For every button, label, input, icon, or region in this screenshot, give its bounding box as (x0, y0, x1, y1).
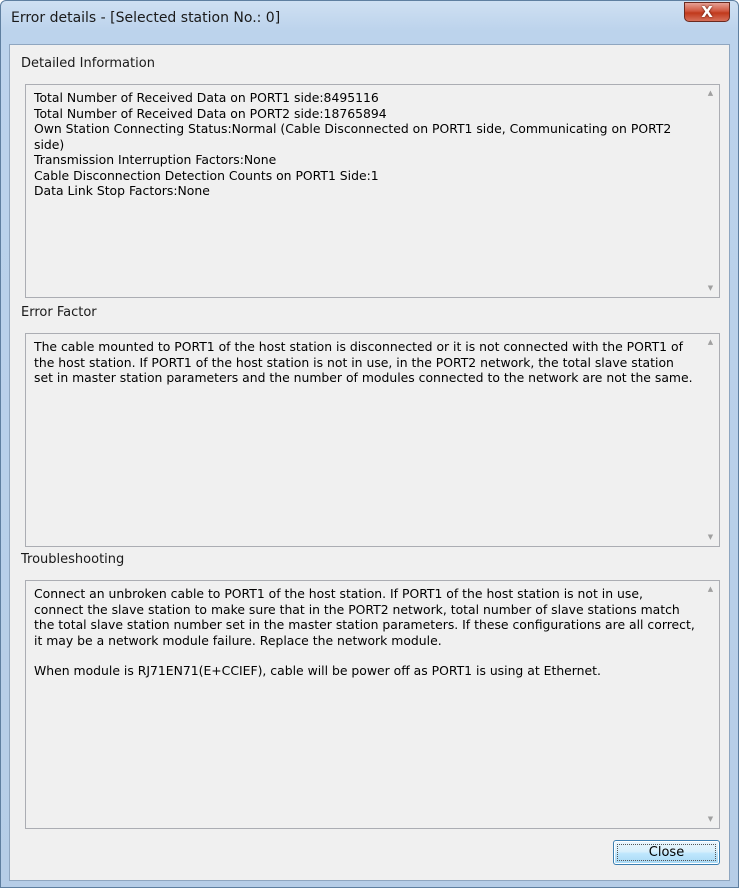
troubleshooting-content: Connect an unbroken cable to PORT1 of th… (26, 581, 702, 828)
troubleshooting-paragraph: When module is RJ71EN71(E+CCIEF), cable … (34, 663, 601, 678)
scroll-down-arrow-icon[interactable]: ▼ (702, 529, 719, 546)
scroll-up-arrow-icon[interactable]: ▲ (702, 85, 719, 102)
detail-line: Data Link Stop Factors:None (34, 183, 210, 198)
window-title: Error details - [Selected station No.: 0… (11, 10, 281, 26)
troubleshooting-textbox[interactable]: Connect an unbroken cable to PORT1 of th… (25, 580, 720, 829)
close-button-label: Close (648, 844, 685, 860)
scroll-down-arrow-icon[interactable]: ▼ (702, 280, 719, 297)
window-close-button[interactable]: X (684, 2, 730, 22)
detailed-information-scrollbar[interactable]: ▲ ▼ (702, 85, 719, 297)
detail-line: Total Number of Received Data on PORT1 s… (34, 90, 379, 105)
detailed-information-label: Detailed Information (21, 56, 155, 71)
detailed-information-content: Total Number of Received Data on PORT1 s… (26, 85, 702, 297)
error-factor-text: The cable mounted to PORT1 of the host s… (34, 339, 693, 385)
close-button[interactable]: Close (613, 840, 720, 865)
detailed-information-textbox[interactable]: Total Number of Received Data on PORT1 s… (25, 84, 720, 298)
scroll-up-arrow-icon[interactable]: ▲ (702, 581, 719, 598)
error-factor-label: Error Factor (21, 305, 97, 320)
close-icon: X (701, 3, 713, 21)
scroll-down-arrow-icon[interactable]: ▼ (702, 811, 719, 828)
error-factor-textbox[interactable]: The cable mounted to PORT1 of the host s… (25, 333, 720, 547)
error-factor-scrollbar[interactable]: ▲ ▼ (702, 334, 719, 546)
detail-line: Total Number of Received Data on PORT2 s… (34, 105, 387, 121)
scroll-up-arrow-icon[interactable]: ▲ (702, 334, 719, 351)
title-bar[interactable]: Error details - [Selected station No.: 0… (1, 1, 738, 35)
detail-line: Transmission Interruption Factors:None (34, 152, 277, 167)
detail-line: Cable Disconnection Detection Counts on … (34, 167, 379, 183)
troubleshooting-scrollbar[interactable]: ▲ ▼ (702, 581, 719, 828)
troubleshooting-label: Troubleshooting (21, 552, 125, 567)
troubleshooting-paragraph: Connect an unbroken cable to PORT1 of th… (34, 586, 699, 648)
detail-line: Own Station Connecting Status:Normal (Ca… (34, 121, 676, 152)
error-details-dialog: Error details - [Selected station No.: 0… (0, 0, 739, 888)
error-factor-content: The cable mounted to PORT1 of the host s… (26, 334, 702, 546)
